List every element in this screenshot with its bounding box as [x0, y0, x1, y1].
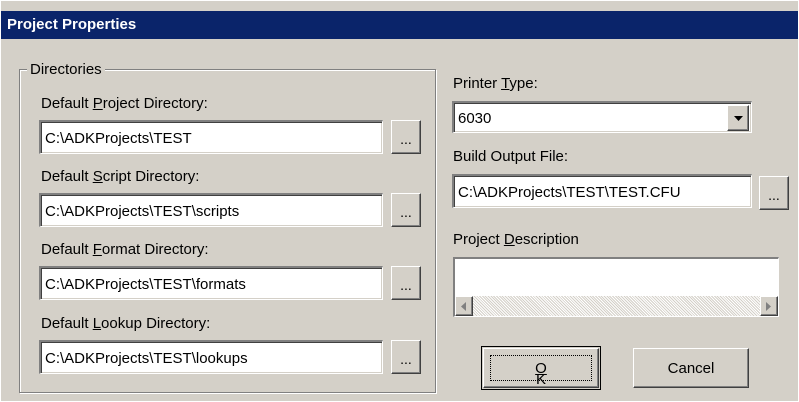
format-directory-label: Default Format Directory: [41, 241, 209, 258]
project-directory-field[interactable]: C:\ADKProjects\TEST [39, 120, 383, 154]
build-output-field[interactable]: C:\ADKProjects\TEST\TEST.CFU [452, 174, 752, 208]
script-directory-label: Default Script Directory: [41, 168, 200, 185]
build-output-label: Build Output File: [453, 148, 569, 165]
project-directory-browse-button[interactable]: ... [391, 120, 421, 154]
lookup-directory-field[interactable]: C:\ADKProjects\TEST\lookups [39, 340, 383, 374]
project-description-label: Project Description [453, 231, 579, 248]
lookup-directory-label: Default Lookup Directory: [41, 315, 211, 332]
scroll-left-icon[interactable] [455, 296, 473, 316]
printer-type-label: Printer Type: [453, 75, 538, 92]
dialog-body: Directories Default Project Directory: C… [1, 39, 798, 401]
project-directory-label: Default Project Directory: [41, 95, 208, 112]
directories-group-label: Directories [27, 61, 105, 78]
chevron-down-icon[interactable] [727, 105, 749, 131]
project-description-field[interactable] [453, 257, 779, 317]
ok-button-default-frame: OK [481, 346, 601, 390]
scroll-right-icon[interactable] [760, 296, 778, 316]
dialog-title: Project Properties [7, 16, 137, 33]
build-output-browse-button[interactable]: ... [759, 176, 789, 210]
format-directory-field[interactable]: C:\ADKProjects\TEST\formats [39, 266, 383, 300]
printer-type-select[interactable]: 6030 [452, 101, 752, 133]
cancel-button[interactable]: Cancel [633, 348, 749, 388]
ok-button[interactable]: OK [483, 348, 599, 388]
title-bar[interactable]: Project Properties [1, 11, 798, 39]
project-properties-dialog: Project Properties Directories Default P… [1, 1, 798, 401]
format-directory-browse-button[interactable]: ... [391, 266, 421, 300]
script-directory-browse-button[interactable]: ... [391, 193, 421, 227]
script-directory-field[interactable]: C:\ADKProjects\TEST\scripts [39, 193, 383, 227]
horizontal-scrollbar[interactable] [455, 296, 778, 316]
lookup-directory-browse-button[interactable]: ... [391, 340, 421, 374]
focus-rect [490, 355, 592, 381]
